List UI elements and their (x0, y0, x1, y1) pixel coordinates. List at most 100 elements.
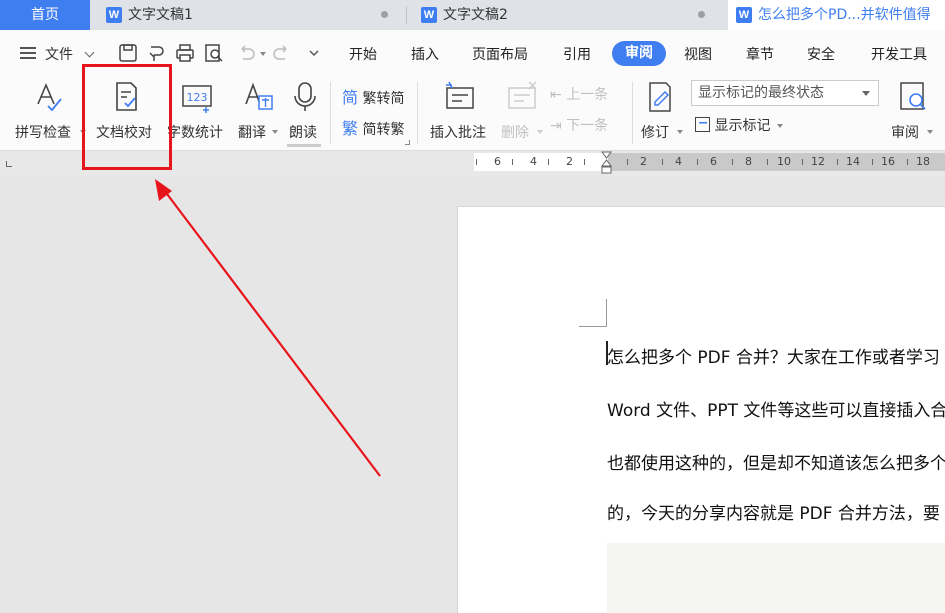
read-aloud-underline (287, 144, 321, 147)
read-aloud-button[interactable]: 朗读 (286, 80, 324, 147)
track-changes-button[interactable]: 修订 (638, 80, 683, 144)
menu-security[interactable]: 安全 (807, 44, 835, 64)
menu-developer-tools[interactable]: 开发工具 (871, 44, 927, 64)
doc-line-2[interactable]: Word 文件、PPT 文件等这些可以直接插入合 (607, 396, 945, 421)
ruler-tick: 6 (494, 155, 501, 168)
trad-to-simp-button[interactable]: 简 繁转简 (342, 84, 404, 108)
review-pane-button[interactable]: 审阅 (888, 80, 938, 144)
ribbon-divider (632, 82, 633, 144)
read-aloud-label: 朗读 (289, 125, 317, 141)
tab-home[interactable]: 首页 (0, 0, 90, 30)
tab-doc-2-title: 文字文稿2 (443, 7, 508, 23)
tab-doc-3-title: 怎么把多个PD...并软件值得 (758, 7, 931, 23)
export-pdf-icon[interactable] (147, 43, 167, 63)
ruler-mark (767, 159, 768, 165)
hamburger-menu-icon[interactable] (20, 47, 36, 59)
menu-review-active[interactable]: 审阅 (612, 41, 666, 66)
insert-comment-button[interactable]: 插入批注 (428, 80, 492, 144)
tab-bar: 首页 W 文字文稿1 W 文字文稿2 W 怎么把多个PD...并软件值得 (0, 0, 945, 30)
ruler-tick: 8 (745, 155, 752, 168)
ruler-tick: 6 (710, 155, 717, 168)
translate-label: 翻译 (238, 125, 266, 141)
delete-comment-icon (508, 81, 537, 109)
chevron-down-icon (862, 91, 870, 96)
print-preview-icon[interactable] (204, 43, 224, 63)
ruler-tick: 10 (777, 155, 791, 168)
previous-label: 上一条 (566, 87, 609, 103)
chevron-down-icon[interactable] (84, 47, 95, 58)
trad-simp-icon: 简 (342, 88, 359, 107)
doc-line-3[interactable]: 也都使用这种的，但是却不知道该怎么把多个 (607, 449, 945, 474)
ruler-mark (627, 159, 628, 165)
ruler-mark (837, 159, 838, 165)
word-count-button[interactable]: 123 字数统计 (166, 80, 228, 144)
tab-doc-2[interactable]: W 文字文稿2 (413, 0, 720, 30)
document-page[interactable]: 怎么把多个 PDF 合并？大家在工作或者学习 Word 文件、PPT 文件等这些… (457, 206, 945, 613)
save-icon[interactable] (118, 43, 138, 63)
next-comment-button[interactable]: ⇥ 下一条 (550, 115, 608, 135)
unsaved-dot-icon[interactable] (381, 11, 388, 18)
word-count-icon: 123 (182, 85, 212, 113)
show-markup-icon (695, 117, 710, 132)
group-expand-icon[interactable] (405, 140, 410, 145)
ruler-mark (584, 159, 585, 165)
tab-doc-1[interactable]: W 文字文稿1 (98, 0, 401, 30)
spellcheck-button[interactable]: 拼写检查 (12, 80, 86, 144)
spellcheck-label: 拼写检查 (15, 125, 71, 141)
ruler-tick: 2 (566, 155, 573, 168)
tab-doc-3-active[interactable]: W 怎么把多个PD...并软件值得 (728, 0, 945, 30)
word-count-label: 字数统计 (167, 125, 223, 141)
markup-state-select[interactable]: 显示标记的最终状态 (691, 80, 879, 106)
microphone-icon (294, 82, 316, 111)
highlight-box (82, 64, 172, 170)
markup-state-value: 显示标记的最终状态 (698, 85, 824, 101)
track-changes-label: 修订 (641, 125, 669, 141)
menu-page-layout[interactable]: 页面布局 (472, 44, 528, 64)
file-menu[interactable]: 文件 (45, 44, 73, 64)
tab-stop-icon[interactable] (6, 161, 12, 167)
simp-to-trad-button[interactable]: 繁 简转繁 (342, 115, 404, 139)
ruler-mark (662, 159, 663, 165)
translate-dropdown-icon[interactable] (272, 130, 278, 134)
tab-divider (406, 6, 407, 24)
ribbon-divider (330, 82, 331, 144)
review-dropdown-icon[interactable] (927, 130, 933, 134)
print-icon[interactable] (175, 43, 195, 63)
delete-comment-button[interactable]: 删除 (500, 80, 544, 144)
delete-dropdown-icon[interactable] (537, 130, 543, 134)
ruler-mark (872, 159, 873, 165)
menu-insert[interactable]: 插入 (411, 44, 439, 64)
show-markup-button[interactable]: 显示标记 (695, 115, 783, 135)
simp-trad-icon: 繁 (342, 119, 359, 138)
customize-toolbar-icon[interactable] (304, 43, 324, 63)
previous-comment-button[interactable]: ⇤ 上一条 (550, 84, 608, 104)
image-placeholder[interactable] (607, 543, 945, 613)
menu-view[interactable]: 视图 (684, 44, 712, 64)
doc-line-1[interactable]: 怎么把多个 PDF 合并？大家在工作或者学习 (607, 343, 940, 368)
undo-dropdown-icon[interactable] (260, 52, 266, 56)
ruler-mark (697, 159, 698, 165)
undo-icon[interactable] (236, 43, 256, 63)
ruler-tick: 2 (640, 155, 647, 168)
ruler-tick: 18 (916, 155, 930, 168)
ruler-tick: 14 (846, 155, 860, 168)
wps-writer-icon: W (736, 7, 752, 23)
unsaved-dot-icon[interactable] (698, 11, 705, 18)
doc-line-4[interactable]: 的，今天的分享内容就是 PDF 合并方法，要 (607, 499, 940, 524)
wps-writer-icon: W (106, 7, 122, 23)
delete-comment-label: 删除 (501, 125, 529, 141)
show-markup-dropdown-icon (776, 124, 783, 128)
show-markup-label: 显示标记 (714, 118, 771, 134)
redo-icon[interactable] (272, 43, 292, 63)
indent-marker-icon[interactable] (601, 151, 612, 175)
ruler-tick: 4 (675, 155, 682, 168)
menu-chapter[interactable]: 章节 (746, 44, 774, 64)
ruler-mark (732, 159, 733, 165)
menu-references[interactable]: 引用 (563, 44, 591, 64)
menu-start[interactable]: 开始 (349, 44, 377, 64)
track-changes-icon (649, 82, 671, 112)
translate-button[interactable]: 翻译 (236, 80, 280, 144)
margin-corner-mark (579, 299, 607, 327)
track-changes-dropdown-icon[interactable] (677, 130, 683, 134)
ruler-tick: 12 (811, 155, 825, 168)
